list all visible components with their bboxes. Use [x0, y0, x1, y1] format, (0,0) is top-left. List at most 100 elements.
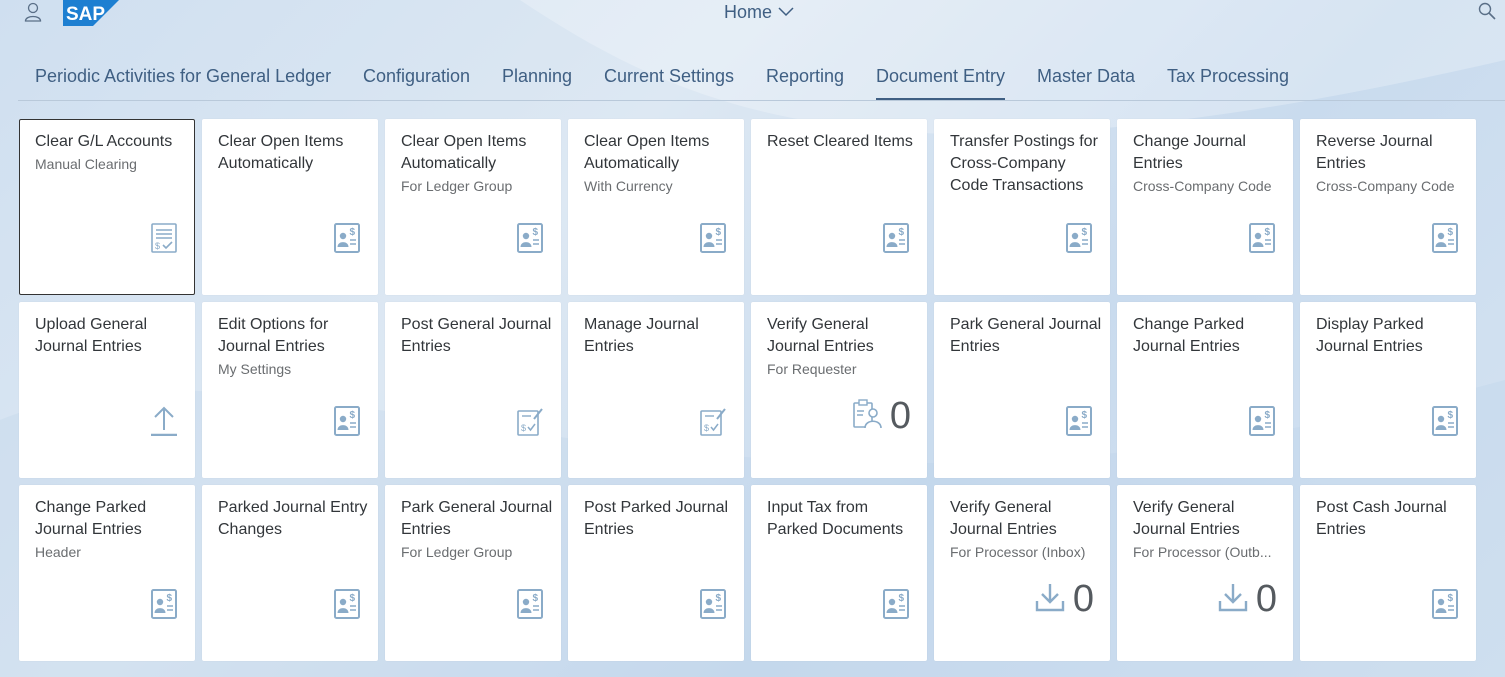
svg-text:$: $ — [350, 593, 356, 604]
tab-configuration[interactable]: Configuration — [363, 66, 470, 99]
app-tile[interactable]: Verify General Journal Entries For Proces… — [934, 485, 1110, 661]
tile-title: Post Parked Journal Entries — [584, 497, 736, 541]
app-tile[interactable]: Clear G/L Accounts Manual Clearing $ — [19, 119, 195, 295]
app-tile[interactable]: Upload General Journal Entries — [19, 302, 195, 478]
money-document-edit-icon: $ — [700, 406, 726, 436]
sap-logo[interactable]: SAP — [63, 0, 119, 26]
tile-kpi: 0 — [1035, 579, 1094, 619]
tile-subtitle: Cross-Company Code — [1316, 178, 1455, 194]
app-tile[interactable]: Clear Open Items Automatically $ — [202, 119, 378, 295]
expense-report-icon: $ — [517, 589, 543, 619]
expense-report-icon: $ — [151, 589, 177, 619]
tile-title: Display Parked Journal Entries — [1316, 314, 1468, 358]
app-tile[interactable]: Manage Journal Entries $ — [568, 302, 744, 478]
tile-title: Transfer Postings for Cross-Company Code… — [950, 131, 1102, 197]
tab-document-entry[interactable]: Document Entry — [876, 66, 1006, 100]
tile-title-text: Verify General Journal Entries — [767, 316, 874, 355]
tab-master-data[interactable]: Master Data — [1037, 66, 1135, 99]
expense-report-icon: $ — [1432, 406, 1458, 436]
kpi-value: 0 — [889, 395, 911, 437]
tab-reporting[interactable]: Reporting — [766, 66, 844, 99]
svg-text:$: $ — [521, 423, 526, 433]
tile-subtitle: My Settings — [218, 361, 292, 377]
app-tile[interactable]: Change Parked Journal Entries $ — [1117, 302, 1293, 478]
app-tile[interactable]: Park General Journal Entries $ — [934, 302, 1110, 478]
expense-report-icon: $ — [883, 589, 909, 619]
app-tile[interactable]: Reverse Journal Entries Cross-Company Cod… — [1300, 119, 1476, 295]
app-tile[interactable]: Verify General Journal Entries For Reques… — [751, 302, 927, 478]
tile-subtitle: With Currency — [584, 178, 673, 194]
svg-text:$: $ — [1448, 227, 1454, 238]
tile-title: Park General Journal Entries — [950, 314, 1102, 358]
app-tile[interactable]: Reset Cleared Items $ — [751, 119, 927, 295]
tile-title-text: Edit Options for Journal Entries — [218, 316, 329, 355]
app-tile[interactable]: Change Journal Entries Cross-Company Code… — [1117, 119, 1293, 295]
app-tile[interactable]: Post Parked Journal Entries $ — [568, 485, 744, 661]
download-icon — [1035, 582, 1065, 617]
tile-title: Clear Open Items Automatically For Ledger… — [401, 131, 553, 197]
kpi-value: 0 — [1255, 578, 1277, 620]
app-tile[interactable]: Clear Open Items Automatically With Curre… — [568, 119, 744, 295]
expense-report-icon: $ — [1432, 589, 1458, 619]
tile-subtitle: For Processor (Inbox) — [950, 544, 1086, 560]
tile-title: Reverse Journal Entries Cross-Company Cod… — [1316, 131, 1468, 197]
kpi-value: 0 — [1072, 578, 1094, 620]
expense-report-icon: $ — [1066, 223, 1092, 253]
svg-text:$: $ — [1082, 227, 1088, 238]
tab-current-settings[interactable]: Current Settings — [604, 66, 734, 99]
tile-title: Edit Options for Journal Entries My Setti… — [218, 314, 370, 380]
tile-title-text: Post Parked Journal Entries — [584, 499, 729, 538]
tile-title-text: Input Tax from Parked Documents — [767, 499, 904, 538]
tile-title: Verify General Journal Entries For Proces… — [1133, 497, 1285, 563]
app-tile[interactable]: Park General Journal Entries For Ledger G… — [385, 485, 561, 661]
app-tile[interactable]: Verify General Journal Entries For Proces… — [1117, 485, 1293, 661]
app-tile[interactable]: Input Tax from Parked Documents $ — [751, 485, 927, 661]
svg-text:$: $ — [899, 227, 905, 238]
tile-title-text: Clear Open Items Automatically — [401, 133, 527, 172]
shell-bar: SAP Home — [0, 0, 1505, 28]
tile-title: Manage Journal Entries — [584, 314, 736, 358]
svg-text:$: $ — [533, 593, 539, 604]
expense-report-icon: $ — [334, 406, 360, 436]
app-tile[interactable]: Clear Open Items Automatically For Ledger… — [385, 119, 561, 295]
app-tile[interactable]: Post General Journal Entries $ — [385, 302, 561, 478]
search-icon[interactable] — [1478, 2, 1496, 20]
tile-title-text: Park General Journal Entries — [401, 499, 553, 538]
app-tile[interactable]: Change Parked Journal Entries Header $ — [19, 485, 195, 661]
svg-text:$: $ — [1265, 227, 1271, 238]
tab-periodic-activities[interactable]: Periodic Activities for General Ledger — [35, 66, 331, 99]
svg-text:$: $ — [1448, 593, 1454, 604]
svg-text:$: $ — [899, 593, 905, 604]
svg-text:$: $ — [350, 227, 356, 238]
user-icon[interactable] — [24, 2, 42, 22]
tile-title-text: Change Parked Journal Entries — [35, 499, 147, 538]
home-title: Home — [724, 2, 773, 22]
tile-title: Verify General Journal Entries For Proces… — [950, 497, 1102, 563]
tile-title-text: Parked Journal Entry Changes — [218, 499, 368, 538]
tile-title-text: Park General Journal Entries — [950, 316, 1102, 355]
expense-report-icon: $ — [1249, 406, 1275, 436]
app-tile[interactable]: Parked Journal Entry Changes $ — [202, 485, 378, 661]
tile-title: Park General Journal Entries For Ledger G… — [401, 497, 553, 563]
tab-planning[interactable]: Planning — [502, 66, 572, 99]
tile-title: Change Parked Journal Entries Header — [35, 497, 187, 563]
app-tile[interactable]: Edit Options for Journal Entries My Setti… — [202, 302, 378, 478]
tile-title: Reset Cleared Items — [767, 131, 919, 153]
clipboard-user-icon — [852, 398, 882, 434]
tab-tax-processing[interactable]: Tax Processing — [1167, 66, 1289, 99]
svg-text:$: $ — [167, 593, 173, 604]
tile-title-text: Transfer Postings for Cross-Company Code… — [950, 133, 1098, 194]
tile-title-text: Verify General Journal Entries — [1133, 499, 1240, 538]
tile-title-text: Reverse Journal Entries — [1316, 133, 1433, 172]
tile-title-text: Clear G/L Accounts — [35, 133, 173, 150]
app-tile[interactable]: Post Cash Journal Entries $ — [1300, 485, 1476, 661]
tile-title-text: Manage Journal Entries — [584, 316, 699, 355]
expense-report-icon: $ — [1066, 406, 1092, 436]
app-tile[interactable]: Transfer Postings for Cross-Company Code… — [934, 119, 1110, 295]
expense-report-icon: $ — [1432, 223, 1458, 253]
home-menu-button[interactable]: Home — [724, 0, 794, 24]
app-tile[interactable]: Display Parked Journal Entries $ — [1300, 302, 1476, 478]
svg-text:$: $ — [716, 227, 722, 238]
svg-text:$: $ — [1265, 410, 1271, 421]
svg-text:$: $ — [1082, 410, 1088, 421]
